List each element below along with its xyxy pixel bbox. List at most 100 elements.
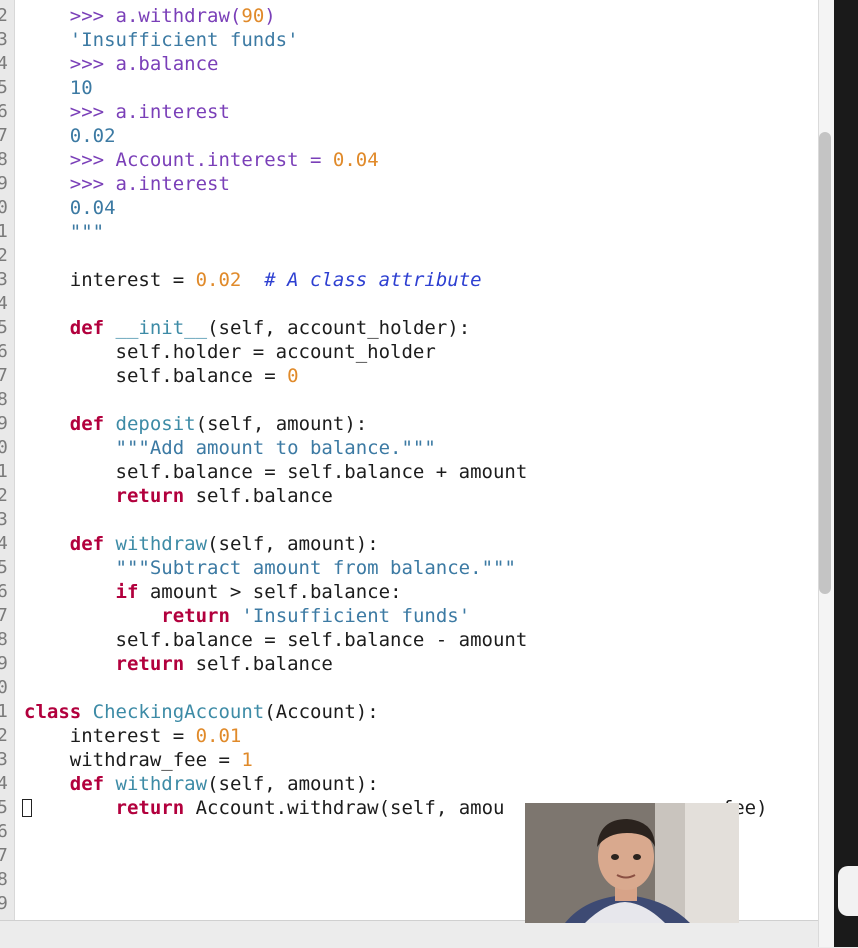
code-token: class xyxy=(24,701,82,723)
code-token: def xyxy=(69,413,105,435)
code-line[interactable]: 8 xyxy=(0,388,818,412)
code-token: __init__ xyxy=(115,317,208,339)
code-line[interactable]: 0 0.04 xyxy=(0,196,818,220)
code-line[interactable]: 5 10 xyxy=(0,76,818,100)
code-token: CheckingAccount xyxy=(92,701,265,723)
line-number: 2 xyxy=(0,725,8,746)
line-number: 8 xyxy=(0,629,8,650)
code-text: 'Insufficient funds' xyxy=(24,28,299,52)
code-line[interactable]: 6 >>> a.interest xyxy=(0,100,818,124)
code-text: >>> a.interest xyxy=(24,172,230,196)
code-line[interactable]: 4 xyxy=(0,292,818,316)
code-line[interactable]: 9 >>> a.interest xyxy=(0,172,818,196)
code-line[interactable]: 7 self.balance = 0 xyxy=(0,364,818,388)
line-number: 2 xyxy=(0,5,8,26)
code-token: >>> xyxy=(69,5,116,27)
code-line[interactable]: 6 self.holder = account_holder xyxy=(0,340,818,364)
code-line[interactable]: 5 """Subtract amount from balance.""" xyxy=(0,556,818,580)
code-line[interactable]: 6 if amount > self.balance: xyxy=(0,580,818,604)
code-line[interactable]: 0 xyxy=(0,676,818,700)
code-line[interactable]: 2 >>> a.withdraw(90) xyxy=(0,4,818,28)
presenter-webcam-icon xyxy=(525,803,739,923)
code-line[interactable]: 2 xyxy=(0,244,818,268)
line-number: 6 xyxy=(0,821,8,842)
side-tab[interactable] xyxy=(838,866,858,916)
line-number: 0 xyxy=(0,437,8,458)
code-token: 'Insufficient funds' xyxy=(69,29,299,51)
code-line[interactable]: 5 def __init__(self, account_holder): xyxy=(0,316,818,340)
code-line[interactable]: 9 return self.balance xyxy=(0,652,818,676)
code-text: interest = 0.02 # A class attribute xyxy=(24,268,482,292)
scrollbar-thumb[interactable] xyxy=(819,132,831,594)
code-token: self.holder = account_holder xyxy=(24,341,436,363)
code-line[interactable]: 7 return 'Insufficient funds' xyxy=(0,604,818,628)
code-line[interactable]: 2 interest = 0.01 xyxy=(0,724,818,748)
line-number: 5 xyxy=(0,797,8,818)
code-text: """Add amount to balance.""" xyxy=(24,436,436,460)
code-line[interactable]: 9 def deposit(self, amount): xyxy=(0,412,818,436)
code-text: return self.balance xyxy=(24,652,333,676)
line-number: 4 xyxy=(0,773,8,794)
line-number: 2 xyxy=(0,245,8,266)
line-number: 6 xyxy=(0,581,8,602)
code-token: (self, account_holder): xyxy=(207,317,471,339)
code-line[interactable]: 1 """ xyxy=(0,220,818,244)
line-number: 9 xyxy=(0,413,8,434)
code-token: withdraw_fee = xyxy=(24,749,242,771)
code-text: self.balance = 0 xyxy=(24,364,299,388)
code-token: """Subtract amount from balance.""" xyxy=(115,557,516,579)
code-line[interactable]: 8 self.balance = self.balance - amount xyxy=(0,628,818,652)
line-number: 8 xyxy=(0,869,8,890)
line-number: 6 xyxy=(0,341,8,362)
code-text: class CheckingAccount(Account): xyxy=(24,700,379,724)
code-line[interactable]: 3 withdraw_fee = 1 xyxy=(0,748,818,772)
line-number: 7 xyxy=(0,845,8,866)
code-token: ) xyxy=(264,5,276,27)
code-line[interactable]: 1 class CheckingAccount(Account): xyxy=(0,700,818,724)
line-number: 0 xyxy=(0,197,8,218)
code-line[interactable]: 8 >>> Account.interest = 0.04 xyxy=(0,148,818,172)
code-token: return xyxy=(161,605,230,627)
code-token: withdraw xyxy=(115,773,208,795)
code-editor[interactable]: 2 >>> a.withdraw(90) 3 'Insufficient fund… xyxy=(0,0,818,920)
text-cursor-icon xyxy=(22,799,32,817)
code-text: def __init__(self, account_holder): xyxy=(24,316,470,340)
editor-status-bar xyxy=(0,920,858,948)
code-token: self.balance = self.balance + amount xyxy=(24,461,528,483)
code-token: (self, amount): xyxy=(207,533,379,555)
code-token: >>> a.balance xyxy=(69,53,219,75)
code-token: >>> a.interest xyxy=(69,101,230,123)
line-number: 2 xyxy=(0,485,8,506)
code-token: 0.04 xyxy=(69,197,116,219)
code-text: interest = 0.01 xyxy=(24,724,242,748)
code-token: 1 xyxy=(241,749,253,771)
code-line[interactable]: 0 """Add amount to balance.""" xyxy=(0,436,818,460)
code-line[interactable]: 4 def withdraw(self, amount): xyxy=(0,772,818,796)
code-token: (Account): xyxy=(264,701,379,723)
code-line[interactable]: 4 def withdraw(self, amount): xyxy=(0,532,818,556)
code-line[interactable]: 3 interest = 0.02 # A class attribute xyxy=(0,268,818,292)
line-number: 8 xyxy=(0,149,8,170)
code-text: def withdraw(self, amount): xyxy=(24,772,379,796)
line-number: 5 xyxy=(0,317,8,338)
code-line[interactable]: 1 self.balance = self.balance + amount xyxy=(0,460,818,484)
code-token: 0.02 xyxy=(195,269,242,291)
code-line[interactable]: 3 xyxy=(0,508,818,532)
code-token: (self, amount): xyxy=(207,773,379,795)
code-line[interactable]: 2 return self.balance xyxy=(0,484,818,508)
code-text: def deposit(self, amount): xyxy=(24,412,367,436)
line-number: 3 xyxy=(0,749,8,770)
code-line[interactable]: 7 0.02 xyxy=(0,124,818,148)
code-line[interactable]: 4 >>> a.balance xyxy=(0,52,818,76)
code-text: 10 xyxy=(24,76,93,100)
code-line[interactable]: 3 'Insufficient funds' xyxy=(0,28,818,52)
